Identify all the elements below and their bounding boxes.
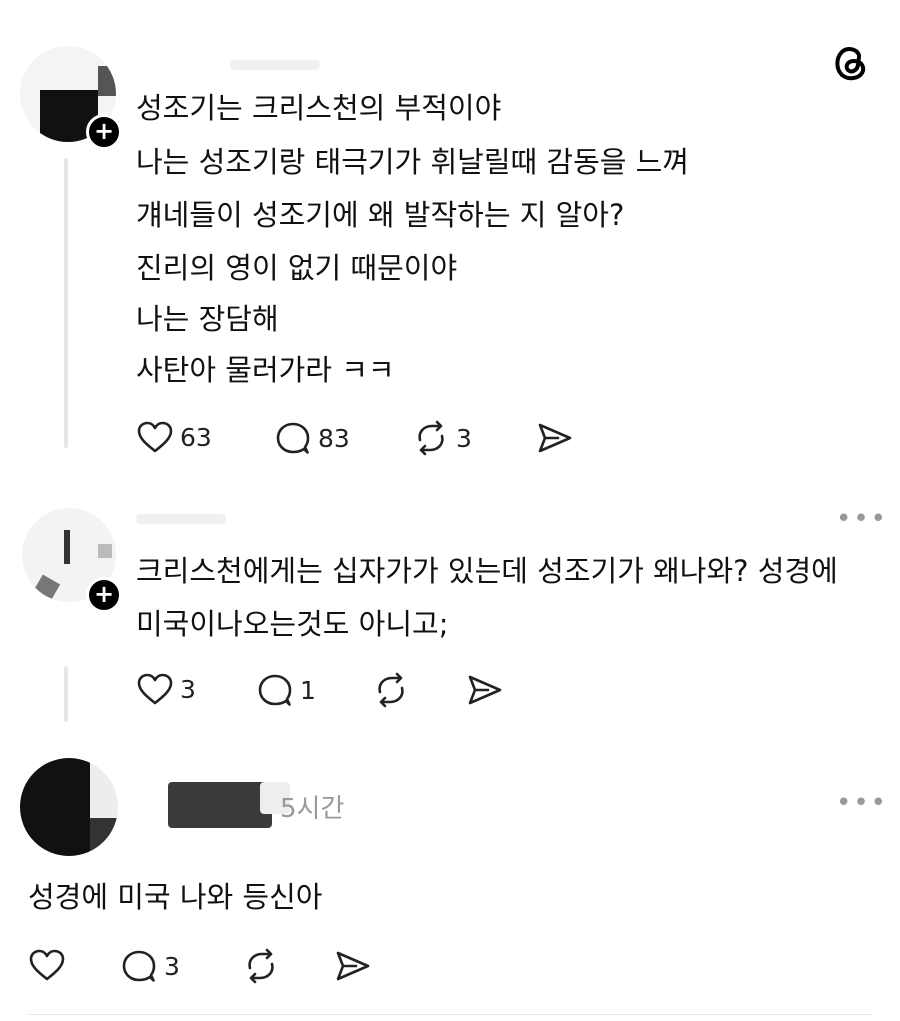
post-line: 사탄아 물러가라 ㅋㅋ [136,353,395,387]
post-line: 걔네들이 성조기에 왜 발작하는 지 알아? [136,198,625,232]
divider [28,1014,872,1015]
comment-icon [276,422,310,454]
avatar[interactable] [20,758,118,856]
comment-icon [258,674,292,706]
share-button[interactable] [334,948,372,984]
more-options-icon[interactable]: ••• [836,790,888,816]
username-redacted [168,782,272,828]
post-line: 나는 성조기랑 태극기가 휘날릴때 감동을 느껴 [136,145,690,179]
post-line: 성조기는 크리스천의 부적이야 [136,91,502,125]
thread-line [64,158,68,448]
thread-line [64,666,68,722]
share-button[interactable] [536,420,574,456]
post-line: 진리의 영이 없기 때문이야 [136,251,458,285]
comment-button[interactable]: 83 [274,420,350,456]
repost-icon [248,948,274,984]
post-body: 크리스천에게는 십자가가 있는데 성조기가 왜나와? 성경에 미국이나오는것도 … [136,554,838,641]
post-line: 나는 장담해 [136,302,279,336]
comment-button[interactable]: 1 [256,672,316,708]
like-button[interactable] [28,948,66,982]
like-button[interactable]: 63 [136,420,212,454]
like-count: 3 [180,674,196,704]
follow-plus-icon[interactable]: + [86,114,122,150]
comment-count: 3 [164,951,180,981]
repost-count: 3 [456,423,472,453]
repost-icon [418,420,444,456]
username-redacted [230,60,320,70]
heart-icon [137,421,173,453]
send-icon [538,423,572,453]
post-time: 5시간 [280,794,345,824]
like-button[interactable]: 3 [136,672,196,706]
comment-count: 83 [318,423,350,453]
threads-logo-icon[interactable] [832,42,870,82]
send-icon [468,675,502,705]
send-icon [336,951,370,981]
repost-icon [378,672,404,708]
heart-icon [29,949,65,981]
share-button[interactable] [466,672,504,708]
comment-count: 1 [300,675,316,705]
repost-button[interactable] [242,948,280,984]
repost-button[interactable] [372,672,410,708]
follow-plus-icon[interactable]: + [86,577,122,613]
more-options-icon[interactable]: ••• [836,506,888,532]
comment-icon [122,950,156,982]
heart-icon [137,673,173,705]
post-body: 성경에 미국 나와 등신아 [28,880,323,914]
repost-button[interactable]: 3 [412,420,472,456]
username-redacted [136,514,226,524]
comment-button[interactable]: 3 [120,948,180,984]
like-count: 63 [180,422,212,452]
